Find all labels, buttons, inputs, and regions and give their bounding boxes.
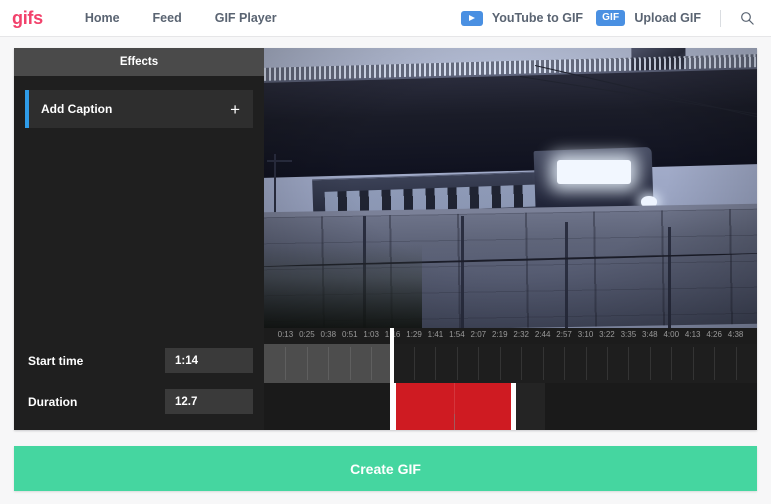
timeline-tick-mark — [671, 347, 673, 380]
timeline-tick-label: 3:35 — [620, 330, 637, 339]
timeline-tick-mark — [692, 347, 694, 380]
nav-link-feed[interactable]: Feed — [153, 11, 182, 25]
search-icon[interactable] — [737, 8, 757, 28]
selection-handle-right[interactable] — [511, 383, 517, 430]
timeline-tick-mark — [371, 347, 373, 380]
upload-gif-label: Upload GIF — [634, 11, 701, 25]
timeline-playhead[interactable] — [389, 328, 394, 430]
timeline-selection-row[interactable] — [264, 383, 757, 430]
timeline-tick-mark — [628, 347, 630, 380]
timeline-tick-label: 1:41 — [427, 330, 444, 339]
effects-panel: Effects Add Caption + Start time Duratio… — [14, 48, 264, 430]
timeline-tick-label: 2:44 — [534, 330, 551, 339]
start-time-label: Start time — [28, 353, 84, 368]
start-time-row: Start time — [28, 348, 253, 373]
timeline-tick-label: 0:25 — [299, 330, 315, 339]
effects-list: Add Caption + — [14, 76, 264, 332]
duration-row: Duration — [28, 389, 253, 414]
timeline-tick-mark — [478, 347, 480, 380]
effects-panel-title: Effects — [14, 48, 264, 76]
playhead-tail — [453, 414, 455, 430]
timeline-ruler: 0:130:250:380:511:031:161:291:411:542:07… — [264, 328, 757, 344]
timeline-tick-mark — [414, 347, 416, 380]
plus-icon: + — [230, 99, 240, 119]
timeline-tick-label: 2:19 — [491, 330, 508, 339]
timeline-tick-mark — [564, 347, 566, 380]
selection-shadow — [516, 383, 545, 430]
primary-nav: Home Feed GIF Player — [85, 11, 277, 25]
timeline-tick-mark — [328, 347, 330, 380]
timeline-tick-label: 1:29 — [406, 330, 422, 339]
trim-fields: Start time Duration — [14, 332, 264, 430]
timeline-tick-mark — [542, 347, 544, 380]
timeline-tick-label: 3:22 — [599, 330, 615, 339]
timeline-tick-label: 4:13 — [684, 330, 701, 339]
timeline-tick-label: 3:48 — [642, 330, 658, 339]
timeline-tick-mark — [435, 347, 437, 380]
timeline-tick-mark — [714, 347, 716, 380]
timeline-tick-mark — [499, 347, 501, 380]
gif-editor: Effects Add Caption + Start time Duratio… — [14, 48, 757, 430]
timeline-tick-label: 4:38 — [727, 330, 744, 339]
play-icon — [460, 10, 483, 26]
nav-link-gif-player[interactable]: GIF Player — [215, 11, 277, 25]
timeline-tick-label: 0:38 — [320, 330, 337, 339]
timeline-tick-mark — [349, 347, 351, 380]
preview-stage: 0:130:250:380:511:031:161:291:411:542:07… — [264, 48, 757, 430]
nav-link-home[interactable]: Home — [85, 11, 120, 25]
create-gif-button[interactable]: Create GIF — [14, 446, 757, 491]
timeline-tick-label: 2:32 — [513, 330, 529, 339]
timeline-tick-mark — [606, 347, 608, 380]
upload-gif-button[interactable]: GIF Upload GIF — [596, 9, 701, 27]
timeline-tick-label: 1:03 — [363, 330, 379, 339]
timeline-tick-label: 4:00 — [663, 330, 680, 339]
timeline-tick-label: 4:26 — [706, 330, 722, 339]
timeline-tick-label: 2:07 — [470, 330, 487, 339]
timeline-tick-mark — [585, 347, 587, 380]
timeline-tick-label: 2:57 — [556, 330, 572, 339]
timeline-tick-mark — [649, 347, 651, 380]
video-preview[interactable] — [264, 48, 757, 328]
timeline-track[interactable] — [264, 344, 757, 383]
gif-badge-icon: GIF — [596, 9, 626, 27]
add-caption-label: Add Caption — [41, 102, 113, 116]
nav-divider — [720, 9, 721, 27]
timeline-tick-label: 0:51 — [341, 330, 358, 339]
duration-input[interactable] — [165, 389, 253, 414]
site-logo[interactable]: gifs — [12, 8, 43, 29]
timeline-tick-label: 1:54 — [449, 330, 465, 339]
add-caption-button[interactable]: Add Caption + — [25, 90, 253, 128]
timeline-tick-label: 0:13 — [277, 330, 294, 339]
timeline-tick-mark — [306, 347, 308, 380]
timeline-tick-mark — [735, 347, 737, 380]
start-time-input[interactable] — [165, 348, 253, 373]
duration-label: Duration — [28, 394, 78, 409]
timeline-tick-mark — [456, 347, 458, 380]
timeline-tick-mark — [285, 347, 287, 380]
youtube-to-gif-button[interactable]: YouTube to GIF — [460, 10, 584, 26]
timeline-tick-mark — [521, 347, 523, 380]
youtube-to-gif-label: YouTube to GIF — [491, 11, 584, 25]
vignette-overlay — [264, 48, 757, 328]
secondary-nav: YouTube to GIF GIF Upload GIF — [460, 8, 757, 28]
top-navigation-bar: gifs Home Feed GIF Player YouTube to GIF… — [0, 0, 771, 37]
timeline-tick-label: 3:10 — [577, 330, 594, 339]
